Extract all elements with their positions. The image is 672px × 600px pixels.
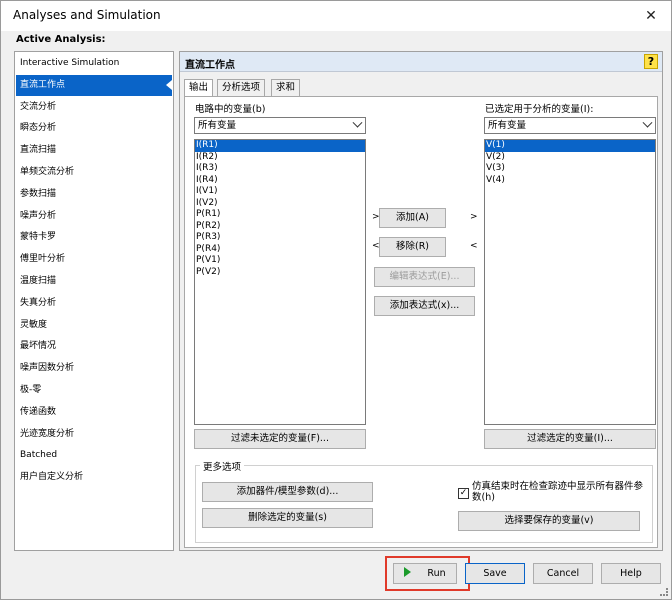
list-item[interactable]: V(4) [485, 175, 655, 187]
add-arrow-right: > [470, 212, 478, 222]
circuit-vars-filter-select[interactable]: 所有变量 [194, 117, 366, 134]
close-button[interactable]: ✕ [629, 1, 671, 31]
play-icon [404, 567, 412, 577]
selected-vars-label: 已选定用于分析的变量(I): [485, 104, 594, 115]
sidebar-item[interactable]: 温度扫描 [16, 271, 172, 292]
list-item[interactable]: I(R1) [195, 140, 365, 152]
sidebar-item[interactable]: 瞬态分析 [16, 118, 172, 139]
tab-output[interactable]: 输出 [184, 79, 214, 97]
remove-button[interactable]: 移除(R) [379, 237, 446, 257]
edit-expression-button[interactable]: 编辑表达式(E)... [374, 267, 475, 287]
circuit-vars-list[interactable]: I(R1) I(R2) I(R3) I(R4) I(V1) I(V2) P(R1) P(R2)… [194, 139, 366, 425]
active-analysis-label: Active Analysis: [16, 34, 106, 45]
sidebar-item[interactable]: 直流扫描 [16, 140, 172, 161]
panel-header: 直流工作点 ? [180, 52, 662, 72]
cancel-button[interactable]: Cancel [533, 563, 593, 584]
sidebar-item[interactable]: 用户自定义分析 [16, 467, 172, 488]
tab-summary[interactable]: 求和 [271, 79, 301, 96]
analysis-panel: 直流工作点 ? 输出 分析选项 求和 电路中的变量(b) 所有变量 I(R1) I… [179, 51, 663, 551]
add-button[interactable]: 添加(A) [379, 208, 446, 228]
sidebar-item[interactable]: 失真分析 [16, 293, 172, 314]
sidebar-item[interactable]: 交流分析 [16, 97, 172, 118]
delete-selected-vars-button[interactable]: 删除选定的变量(s) [202, 508, 373, 528]
tab-analysis-options[interactable]: 分析选项 [217, 79, 266, 96]
show-params-label: 仿真结束时在检查踪迹中显示所有器件参数(h) [472, 481, 644, 503]
show-params-checkbox[interactable]: ✓ [458, 488, 469, 499]
selected-vars-filter-select[interactable]: 所有变量 [484, 117, 656, 134]
filter-selected-button[interactable]: 过滤选定的变量(I)... [484, 429, 656, 449]
title-bar: Analyses and Simulation ✕ [1, 1, 671, 31]
remove-arrow-right: < [470, 241, 478, 251]
list-item[interactable]: P(R1) [195, 209, 365, 221]
sidebar-item[interactable]: 传递函数 [16, 402, 172, 423]
help-button[interactable]: Help [601, 563, 661, 584]
run-button[interactable]: Run [393, 563, 457, 584]
list-item[interactable]: I(R4) [195, 175, 365, 187]
list-item[interactable]: I(V1) [195, 186, 365, 198]
sidebar-item[interactable]: 直流工作点 [16, 74, 172, 96]
sidebar-item[interactable]: 蒙特卡罗 [16, 227, 172, 248]
more-options-title: 更多选项 [200, 459, 245, 473]
sidebar-item[interactable]: 最坏情况 [16, 336, 172, 357]
resize-grip[interactable] [660, 588, 668, 596]
more-options-group: 更多选项 添加器件/模型参数(d)... 删除选定的变量(s) ✓ 仿真结束时在… [195, 459, 653, 543]
analyses-dialog: Analyses and Simulation ✕ Active Analysi… [0, 0, 672, 600]
chevron-down-icon [352, 117, 363, 128]
chevron-down-icon [642, 117, 653, 128]
sidebar-item[interactable]: 单频交流分析 [16, 162, 172, 183]
list-item[interactable]: I(R2) [195, 152, 365, 164]
help-icon[interactable]: ? [644, 54, 658, 69]
list-item[interactable]: V(3) [485, 163, 655, 175]
sidebar-item[interactable]: 参数扫描 [16, 184, 172, 205]
list-item[interactable]: V(2) [485, 152, 655, 164]
circuit-vars-label: 电路中的变量(b) [195, 104, 266, 115]
sidebar-item[interactable]: 光迹宽度分析 [16, 424, 172, 445]
select-saved-vars-button[interactable]: 选择要保存的变量(v) [458, 511, 640, 531]
sidebar-item[interactable]: 噪声分析 [16, 206, 172, 227]
sidebar-item[interactable]: 灵敏度 [16, 315, 172, 336]
list-item[interactable]: P(R2) [195, 221, 365, 233]
selected-vars-filter-value: 所有变量 [488, 120, 527, 131]
save-button[interactable]: Save [465, 563, 525, 584]
sidebar-item[interactable]: 傅里叶分析 [16, 249, 172, 270]
output-tab-content: 电路中的变量(b) 所有变量 I(R1) I(R2) I(R3) I(R4) I(V1)… [184, 96, 658, 548]
circuit-vars-filter-value: 所有变量 [198, 120, 237, 131]
run-button-label: Run [427, 568, 446, 579]
selected-vars-list[interactable]: V(1) V(2) V(3) V(4) [484, 139, 656, 425]
sidebar-item[interactable]: Interactive Simulation [16, 53, 172, 74]
sidebar-item[interactable]: Batched [16, 445, 172, 466]
window-title: Analyses and Simulation [13, 8, 161, 22]
analysis-list[interactable]: Interactive Simulation 直流工作点 交流分析 瞬态分析 直流扫描单… [14, 51, 174, 551]
filter-unselected-button[interactable]: 过滤未选定的变量(F)... [194, 429, 366, 449]
add-device-params-button[interactable]: 添加器件/模型参数(d)... [202, 482, 373, 502]
add-expression-button[interactable]: 添加表达式(x)... [374, 296, 475, 316]
panel-title: 直流工作点 [185, 60, 235, 71]
list-item[interactable]: I(V2) [195, 198, 365, 210]
list-item[interactable]: P(R3) [195, 232, 365, 244]
list-item[interactable]: P(V1) [195, 255, 365, 267]
list-item[interactable]: P(V2) [195, 267, 365, 279]
list-item[interactable]: P(R4) [195, 244, 365, 256]
sidebar-item[interactable]: 极-零 [16, 380, 172, 401]
list-item[interactable]: V(1) [485, 140, 655, 152]
sidebar-item[interactable]: 噪声因数分析 [16, 358, 172, 379]
close-icon: ✕ [645, 8, 657, 24]
list-item[interactable]: I(R3) [195, 163, 365, 175]
check-mark-icon: ✓ [459, 488, 468, 498]
